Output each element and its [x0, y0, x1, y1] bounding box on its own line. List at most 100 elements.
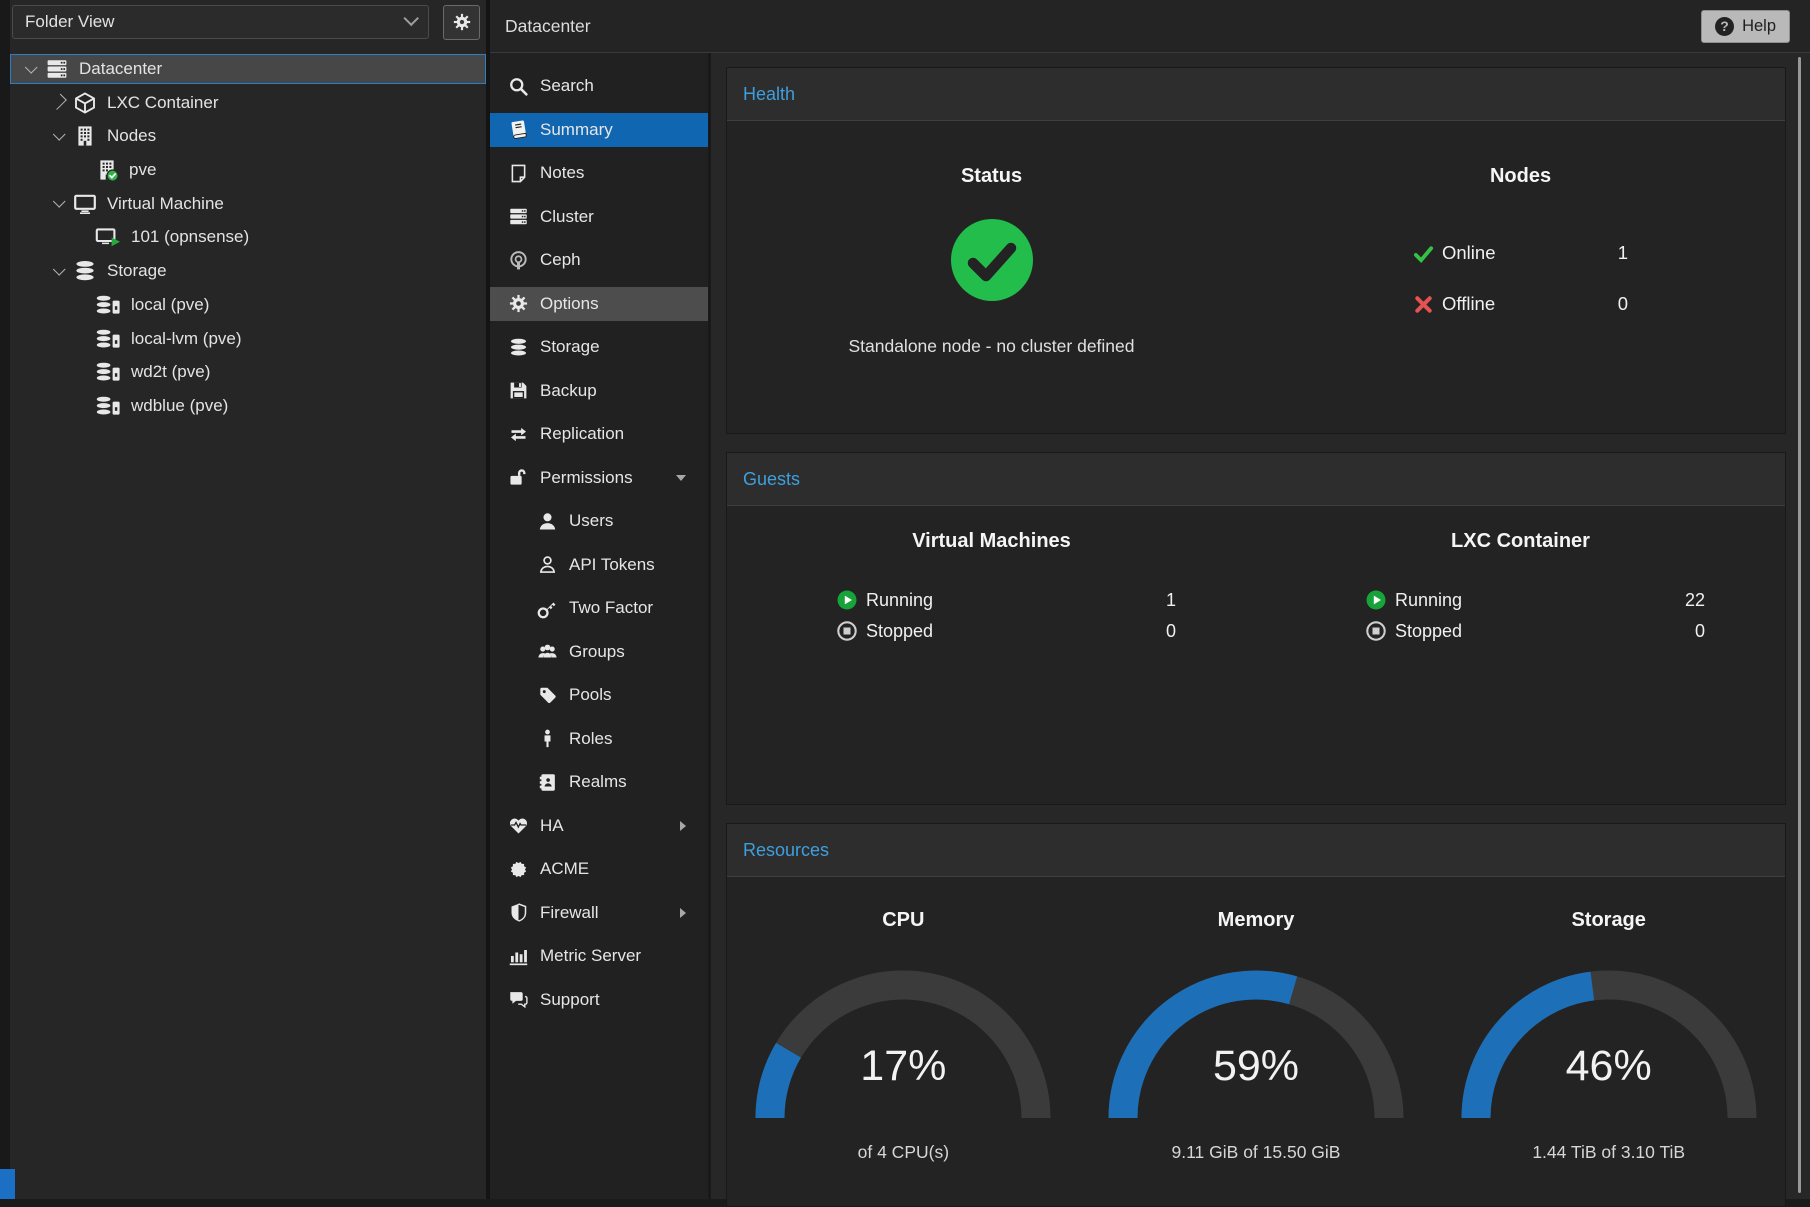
help-button[interactable]: ? Help [1701, 10, 1790, 43]
monitor-icon [73, 192, 97, 216]
cpu-gauge-arc [743, 956, 1063, 1126]
user-icon [537, 511, 558, 532]
chevron-down-icon[interactable] [51, 129, 65, 143]
play-circle-icon [1366, 590, 1386, 610]
menu-item-label: Roles [569, 729, 612, 749]
chevron-down-icon[interactable] [51, 264, 65, 278]
nodes-offline-row: Offline 0 [1413, 287, 1628, 321]
menu-item-label: Replication [540, 424, 624, 444]
health-panel-title: Health [743, 84, 795, 104]
tree-item-local-lvm-pve[interactable]: local-lvm (pve) [10, 324, 486, 354]
menu-item-ha[interactable]: HA [490, 809, 708, 843]
storage-gauge-arc [1449, 956, 1769, 1126]
storage-gauge: 46% [1449, 956, 1769, 1126]
replication-icon [508, 424, 529, 445]
heartbeat-icon [508, 815, 529, 836]
tree-settings-button[interactable] [443, 5, 480, 40]
memory-heading: Memory [1218, 909, 1295, 932]
tree-item-local-pve[interactable]: local (pve) [10, 290, 486, 320]
menu-item-notes[interactable]: Notes [490, 156, 708, 190]
menu-item-label: Two Factor [569, 598, 653, 618]
main-row: Search Summary Notes Cluster Ceph Options Stor… [490, 53, 1810, 1199]
address-book-icon [537, 772, 558, 793]
menu-item-label: Storage [540, 337, 600, 357]
menu-item-firewall[interactable]: Firewall [490, 896, 708, 930]
tree-item-lxc-container[interactable]: LXC Container [10, 88, 486, 118]
tree-toolbar: Folder View [10, 0, 486, 44]
menu-item-realms[interactable]: Realms [490, 765, 708, 799]
tree-item-wd2t-pve[interactable]: wd2t (pve) [10, 357, 486, 387]
menu-item-backup[interactable]: Backup [490, 374, 708, 408]
note-icon [508, 163, 529, 184]
content-area: Health Status Standalone node - no clust… [711, 53, 1810, 1199]
memory-caption: 9.11 GiB of 15.50 GiB [1172, 1142, 1341, 1163]
view-mode-value: Folder View [25, 12, 114, 32]
menu-item-label: HA [540, 816, 564, 836]
menu-item-label: Groups [569, 642, 625, 662]
chevron-down-icon[interactable] [23, 62, 37, 76]
vm-running-label: Running [866, 590, 933, 611]
menu-item-label: Users [569, 511, 613, 531]
window-edge [0, 0, 10, 1199]
resource-tree-panel: Folder View Datacenter LXC ContainerNodes… [10, 0, 486, 1199]
tree-item-nodes[interactable]: Nodes [10, 121, 486, 151]
scrollbar-thumb[interactable] [1798, 57, 1801, 1193]
resources-panel: Resources CPU 17% of 4 CPU(s) Memo [726, 823, 1786, 1207]
chevron-right-icon[interactable] [51, 96, 65, 110]
topbar: Datacenter ? Help [490, 0, 1810, 53]
menu-item-cluster[interactable]: Cluster [490, 200, 708, 234]
offline-count: 0 [1618, 293, 1628, 315]
menu-item-storage[interactable]: Storage [490, 330, 708, 364]
monitor-play-icon [95, 225, 121, 249]
play-circle-icon [837, 590, 857, 610]
server-icon [45, 57, 69, 81]
menu-item-pools[interactable]: Pools [490, 678, 708, 712]
menu-item-acme[interactable]: ACME [490, 852, 708, 886]
chevron-down-icon[interactable] [51, 197, 65, 211]
tree-item-virtual-machine[interactable]: Virtual Machine [10, 189, 486, 219]
menu-item-label: API Tokens [569, 555, 655, 575]
menu-item-roles[interactable]: Roles [490, 722, 708, 756]
menu-item-permissions[interactable]: Permissions [490, 461, 708, 495]
menu-item-api-tokens[interactable]: API Tokens [490, 548, 708, 582]
gear-icon [452, 12, 472, 32]
menu-item-options[interactable]: Options [490, 287, 708, 321]
menu-item-support[interactable]: Support [490, 983, 708, 1017]
tree-item-datacenter[interactable]: Datacenter [10, 54, 486, 84]
menu-item-replication[interactable]: Replication [490, 417, 708, 451]
cube-icon [73, 91, 97, 115]
virtual-machines-column: Virtual Machines Running 1 [727, 506, 1256, 649]
vm-stopped-label: Stopped [866, 621, 933, 642]
menu-item-summary[interactable]: Summary [490, 113, 708, 147]
x-icon [1413, 294, 1434, 315]
server-icon [508, 206, 529, 227]
gear-icon [508, 293, 529, 314]
tree-item-storage[interactable]: Storage [10, 256, 486, 286]
menu-item-label: Summary [540, 120, 613, 140]
menu-item-label: ACME [540, 859, 589, 879]
gauge-cpu: CPU 17% of 4 CPU(s) [727, 877, 1080, 1163]
database-drive-icon [95, 293, 121, 317]
menu-item-users[interactable]: Users [490, 504, 708, 538]
tag-icon [537, 685, 558, 706]
tree-item-101-opnsense[interactable]: 101 (opnsense) [10, 222, 486, 252]
online-label: Online [1442, 242, 1495, 264]
tree-item-label: Datacenter [79, 59, 162, 79]
menu-item-label: Firewall [540, 903, 599, 923]
view-mode-select[interactable]: Folder View [12, 5, 429, 39]
menu-item-label: Permissions [540, 468, 633, 488]
menu-item-metric-server[interactable]: Metric Server [490, 939, 708, 973]
tree-item-label: local-lvm (pve) [131, 329, 242, 349]
status-message: Standalone node - no cluster defined [848, 336, 1134, 357]
tree-item-label: local (pve) [131, 295, 209, 315]
menu-item-search[interactable]: Search [490, 69, 708, 103]
vm-running-row: Running 1 [837, 587, 1176, 613]
tree-item-wdblue-pve[interactable]: wdblue (pve) [10, 391, 486, 421]
menu-item-ceph[interactable]: Ceph [490, 243, 708, 277]
menu-item-label: Options [540, 294, 599, 314]
cluster-status-column: Status Standalone node - no cluster defi… [727, 121, 1256, 357]
guests-panel-title: Guests [743, 469, 800, 489]
menu-item-groups[interactable]: Groups [490, 635, 708, 669]
menu-item-two-factor[interactable]: Two Factor [490, 591, 708, 625]
tree-item-pve[interactable]: pve [10, 155, 486, 185]
